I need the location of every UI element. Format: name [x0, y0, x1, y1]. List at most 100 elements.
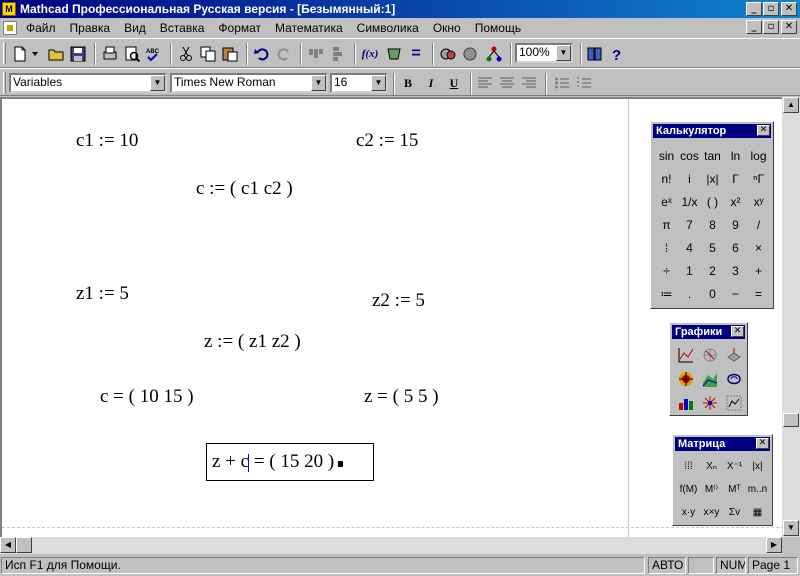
- menu-item-3[interactable]: Вставка: [160, 21, 205, 35]
- contour-plot-icon[interactable]: [674, 367, 698, 391]
- bullet-list-icon[interactable]: [552, 73, 572, 93]
- expr-c-evaluation[interactable]: c = ( 10 15 ): [100, 386, 194, 408]
- polar-plot-icon[interactable]: [698, 343, 722, 367]
- close-button[interactable]: ✕: [781, 2, 797, 16]
- align-horizontal-icon[interactable]: [306, 44, 326, 64]
- calc-button-14[interactable]: xʸ: [747, 190, 770, 213]
- close-icon[interactable]: ✕: [731, 326, 744, 337]
- calc-button-5[interactable]: n!: [655, 167, 678, 190]
- calc-button-8[interactable]: Г: [724, 167, 747, 190]
- matrix-button-10[interactable]: Σv: [723, 501, 746, 524]
- align-left-icon[interactable]: [475, 73, 495, 93]
- spell-check-icon[interactable]: ABC: [144, 44, 164, 64]
- vertical-scrollbar[interactable]: ▲ ▼: [782, 97, 800, 537]
- minimize-button[interactable]: _: [746, 2, 762, 16]
- menu-item-0[interactable]: Файл: [26, 21, 56, 35]
- calc-button-16[interactable]: 7: [678, 213, 701, 236]
- calc-button-27[interactable]: 2: [701, 259, 724, 282]
- chevron-down-icon[interactable]: ▼: [556, 45, 571, 61]
- calc-button-22[interactable]: 5: [701, 236, 724, 259]
- insert-function-icon[interactable]: f(x): [360, 44, 380, 64]
- bold-button[interactable]: B: [397, 73, 419, 93]
- calc-button-25[interactable]: ÷: [655, 259, 678, 282]
- matrix-button-11[interactable]: ▦: [746, 501, 769, 524]
- print-icon[interactable]: [100, 44, 120, 64]
- horizontal-scrollbar[interactable]: ◀ ▶: [0, 537, 782, 554]
- matrix-button-3[interactable]: |x|: [746, 455, 769, 478]
- align-vertical-icon[interactable]: [328, 44, 348, 64]
- expr-sum-evaluation[interactable]: z + c = ( 15 20 ): [212, 451, 344, 473]
- toolbar-grip[interactable]: [3, 42, 6, 64]
- expr-c-definition[interactable]: c := ( c1 c2 ): [196, 178, 293, 200]
- expr-c2-definition[interactable]: c2 := 15: [356, 130, 418, 152]
- calc-button-34[interactable]: =: [747, 282, 770, 305]
- matrix-button-8[interactable]: x·y: [677, 501, 700, 524]
- menu-item-8[interactable]: Помощь: [475, 21, 521, 35]
- tree-icon[interactable]: [484, 44, 504, 64]
- calc-button-4[interactable]: log: [747, 144, 770, 167]
- 3d-scatter-icon[interactable]: [698, 367, 722, 391]
- matrix-button-0[interactable]: ⁞⁞⁞: [677, 455, 700, 478]
- print-preview-icon[interactable]: [122, 44, 142, 64]
- document-icon[interactable]: [3, 21, 17, 35]
- chevron-down-icon[interactable]: ▼: [311, 75, 326, 91]
- numbered-list-icon[interactable]: [574, 73, 594, 93]
- calc-button-19[interactable]: /: [747, 213, 770, 236]
- calc-button-13[interactable]: x²: [724, 190, 747, 213]
- calc-button-15[interactable]: π: [655, 213, 678, 236]
- animation-icon[interactable]: [722, 391, 746, 415]
- align-right-icon[interactable]: [519, 73, 539, 93]
- calc-button-9[interactable]: ⁿГ: [747, 167, 770, 190]
- doc-restore-button[interactable]: ▫: [763, 20, 779, 34]
- scroll-left-icon[interactable]: ◀: [0, 537, 16, 553]
- expr-z-definition[interactable]: z := ( z1 z2 ): [204, 331, 301, 353]
- calc-button-30[interactable]: ≔: [655, 282, 678, 305]
- surface-plot-icon[interactable]: [722, 343, 746, 367]
- align-center-icon[interactable]: [497, 73, 517, 93]
- calc-button-12[interactable]: ( ): [701, 190, 724, 213]
- menu-item-5[interactable]: Математика: [275, 21, 343, 35]
- font-select[interactable]: Times New Roman ▼: [170, 73, 328, 93]
- calc-button-28[interactable]: 3: [724, 259, 747, 282]
- scroll-right-icon[interactable]: ▶: [766, 537, 782, 553]
- calc-button-17[interactable]: 8: [701, 213, 724, 236]
- horizontal-scroll-thumb[interactable]: [16, 537, 32, 553]
- close-icon[interactable]: ✕: [757, 125, 770, 136]
- insert-unit-icon[interactable]: [384, 44, 404, 64]
- help-icon[interactable]: ?: [607, 44, 627, 64]
- matrix-button-9[interactable]: x×y: [700, 501, 723, 524]
- matrix-button-4[interactable]: f(M): [677, 478, 700, 501]
- calc-button-20[interactable]: ⁞: [655, 236, 678, 259]
- menu-item-4[interactable]: Формат: [218, 21, 261, 35]
- calc-button-32[interactable]: 0: [701, 282, 724, 305]
- matrix-button-6[interactable]: Mᵀ: [723, 478, 746, 501]
- style-select[interactable]: Variables ▼: [9, 73, 167, 93]
- calc-button-6[interactable]: i: [678, 167, 701, 190]
- resource-icon[interactable]: [460, 44, 480, 64]
- calc-button-23[interactable]: 6: [724, 236, 747, 259]
- new-dropdown-icon[interactable]: [30, 44, 40, 64]
- expr-z-evaluation[interactable]: z = ( 5 5 ): [364, 386, 439, 408]
- save-icon[interactable]: [68, 44, 88, 64]
- calc-button-18[interactable]: 9: [724, 213, 747, 236]
- copy-icon[interactable]: [198, 44, 218, 64]
- expr-z1-definition[interactable]: z1 := 5: [76, 283, 129, 305]
- calc-button-2[interactable]: tan: [701, 144, 724, 167]
- graphs-palette-title[interactable]: Графики ✕: [672, 325, 745, 339]
- expr-c1-definition[interactable]: c1 := 10: [76, 130, 138, 152]
- toolbar-grip[interactable]: [3, 72, 6, 94]
- matrix-button-5[interactable]: M⁽⁾: [700, 478, 723, 501]
- maximize-button[interactable]: ▫: [763, 2, 779, 16]
- matrix-palette-title[interactable]: Матрица ✕: [675, 437, 770, 451]
- vector-field-icon[interactable]: [674, 391, 698, 415]
- matrix-button-7[interactable]: m..n: [746, 478, 769, 501]
- resource-center-icon[interactable]: [585, 44, 605, 64]
- menu-item-2[interactable]: Вид: [124, 21, 146, 35]
- chevron-down-icon[interactable]: ▼: [150, 75, 165, 91]
- calc-button-21[interactable]: 4: [678, 236, 701, 259]
- matrix-button-2[interactable]: X⁻¹: [723, 455, 746, 478]
- calc-button-33[interactable]: −: [724, 282, 747, 305]
- zoom-select[interactable]: 100% ▼: [515, 43, 573, 63]
- matrix-button-1[interactable]: Xₙ: [700, 455, 723, 478]
- doc-close-button[interactable]: ✕: [781, 20, 797, 34]
